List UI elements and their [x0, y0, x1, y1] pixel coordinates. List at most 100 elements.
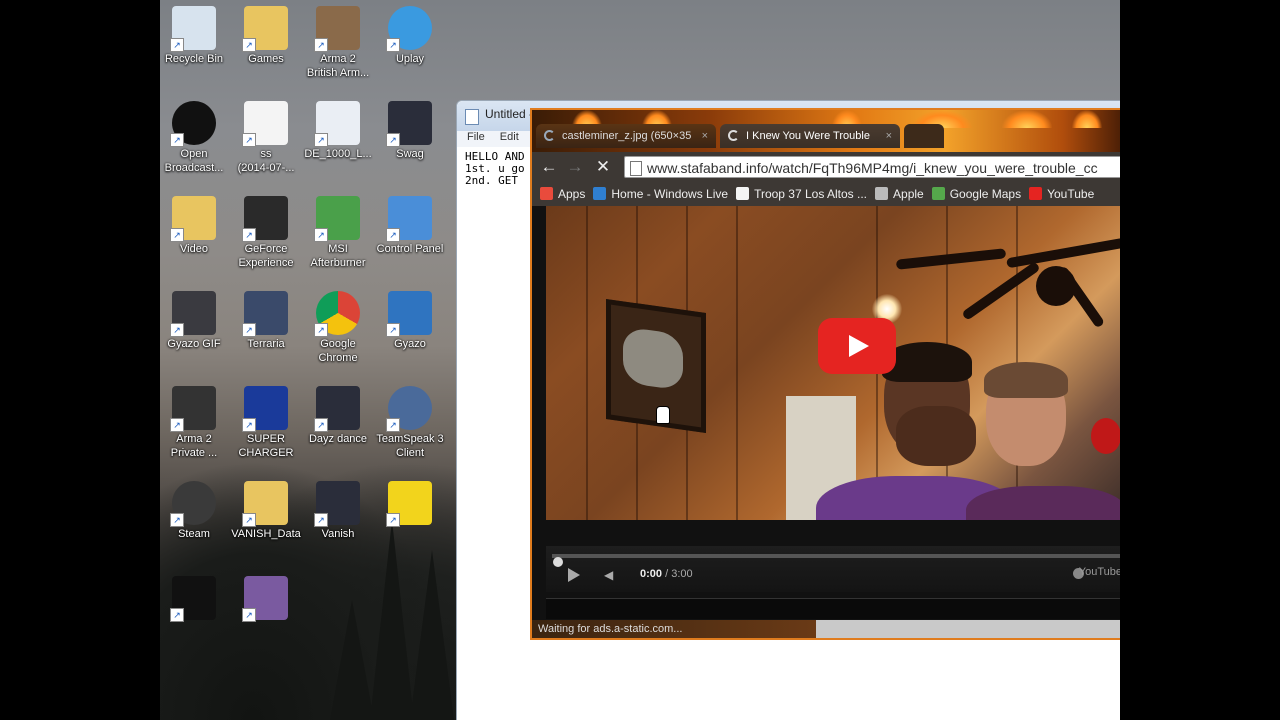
obs-icon: ↗ — [170, 101, 216, 147]
desktop-icon[interactable]: ↗ Games — [230, 6, 302, 66]
shortcut-arrow-icon: ↗ — [242, 513, 256, 527]
gyazo-icon: ↗ — [386, 291, 432, 337]
control-panel-icon: ↗ — [386, 196, 432, 242]
desktop-icon[interactable]: ↗ Uplay — [374, 6, 446, 66]
notepad-title: Untitled - — [485, 107, 534, 121]
shortcut-arrow-icon: ↗ — [170, 608, 184, 622]
desktop-icon-label: Steam — [178, 528, 210, 540]
status-text: Waiting for ads.a-static.com... — [532, 620, 816, 638]
bookmark-item[interactable]: YouTube — [1029, 182, 1094, 206]
progress-bar[interactable] — [552, 554, 1120, 567]
forward-arrow-icon[interactable]: → — [564, 156, 586, 178]
v-app-icon: ↗ — [170, 576, 216, 622]
bookmark-favicon-icon — [593, 187, 607, 200]
msi-afterburner-icon: ↗ — [314, 196, 360, 242]
close-icon[interactable]: × — [886, 124, 892, 148]
new-tab-button[interactable] — [904, 124, 944, 148]
desktop-icon-label: Vanish — [321, 528, 355, 540]
desktop-icon[interactable]: ↗ Video — [160, 196, 230, 256]
stop-x-icon[interactable]: ✕ — [592, 156, 614, 178]
shortcut-arrow-icon: ↗ — [386, 228, 400, 242]
back-arrow-icon[interactable]: ← — [538, 156, 560, 178]
folder-icon: ↗ — [170, 196, 216, 242]
tab-loading-icon — [728, 130, 739, 141]
desktop-icon[interactable]: ↗ Arma 2 British Arm... — [302, 6, 374, 80]
desktop-icon[interactable]: ↗ Dayz dance — [302, 386, 374, 446]
shortcut-arrow-icon: ↗ — [314, 133, 328, 147]
desktop-icon[interactable]: ↗ MSI Afterburner — [302, 196, 374, 270]
tab-i-knew-you-were-trouble[interactable]: I Knew You Were Trouble × — [720, 124, 900, 148]
video-controls: ◀ 0:00 / 3:00 YouTube — [546, 546, 1120, 592]
youtube-logo[interactable]: YouTube — [1079, 566, 1120, 578]
menu-edit[interactable]: Edit — [500, 131, 519, 143]
desktop-icon[interactable]: ↗ GeForce Experience — [230, 196, 302, 270]
tab-castleminer[interactable]: castleminer_z.jpg (650×35 × — [536, 124, 716, 148]
bookmark-favicon-icon — [736, 187, 750, 200]
shortcut-arrow-icon: ↗ — [170, 133, 184, 147]
address-bar[interactable]: www.stafaband.info/watch/FqTh96MP4mg/i_k… — [624, 156, 1120, 178]
desktop-icon[interactable]: ↗ DE_1000_L... — [302, 101, 374, 161]
arma-private-icon: ↗ — [170, 386, 216, 432]
gyazo-gif-icon: ↗ — [170, 291, 216, 337]
desktop-icon[interactable]: ↗ — [374, 481, 446, 527]
scrubber-handle[interactable] — [553, 557, 563, 567]
bookmark-item[interactable]: Troop 37 Los Altos ... — [736, 182, 867, 206]
shortcut-arrow-icon: ↗ — [314, 418, 328, 432]
tab-loading-icon — [544, 130, 555, 141]
desktop-icon-label: Dayz dance — [308, 433, 368, 445]
desktop-icon[interactable]: ↗ Google Chrome — [302, 291, 374, 365]
close-icon[interactable]: × — [702, 124, 708, 148]
url-text: www.stafaband.info/watch/FqTh96MP4mg/i_k… — [647, 160, 1098, 176]
desktop-icon[interactable]: ↗ — [230, 576, 302, 622]
bookmark-label: YouTube — [1047, 187, 1095, 201]
desktop-icon[interactable]: ↗ — [160, 576, 230, 622]
shortcut-arrow-icon: ↗ — [170, 418, 184, 432]
page-icon — [630, 161, 642, 176]
desktop-icon-label: Video — [180, 243, 208, 255]
desktop-icon[interactable]: ↗ Terraria — [230, 291, 302, 351]
desktop-icon[interactable]: ↗ Arma 2 Private ... — [160, 386, 230, 460]
desktop-icon-label: MSI Afterburner — [310, 243, 366, 269]
bookmark-favicon-icon — [931, 187, 945, 200]
desktop-icon[interactable]: ↗ Gyazo GIF — [160, 291, 230, 351]
bookmark-item[interactable]: Apps — [540, 182, 585, 206]
desktop-icon[interactable]: ↗ TeamSpeak 3 Client — [374, 386, 446, 460]
bookmark-label: Home - Windows Live — [611, 187, 729, 201]
bookmark-favicon-icon — [540, 187, 553, 200]
desktop-icon[interactable]: ↗ SUPER CHARGER — [230, 386, 302, 460]
time-display: 0:00 / 3:00 — [640, 568, 693, 580]
desktop-icon[interactable]: ↗ Swag — [374, 101, 446, 161]
desktop-icon-label: TeamSpeak 3 Client — [376, 433, 444, 459]
desktop-icon[interactable]: ↗ VANISH_Data — [230, 481, 302, 541]
bookmark-item[interactable]: Apple — [875, 182, 924, 206]
chrome-window[interactable]: castleminer_z.jpg (650×35 × I Knew You W… — [530, 108, 1120, 640]
folder-icon: ↗ — [242, 481, 288, 527]
desktop-icon[interactable]: ↗ Gyazo — [374, 291, 446, 351]
shortcut-arrow-icon: ↗ — [314, 38, 328, 52]
geforce-icon: ↗ — [242, 196, 288, 242]
bookmark-item[interactable]: Home - Windows Live — [593, 182, 728, 206]
desktop-icon[interactable]: ↗ Control Panel — [374, 196, 446, 256]
desktop-icon[interactable]: ↗ Vanish — [302, 481, 374, 541]
desktop-icon-label: Gyazo — [394, 338, 426, 350]
video-frame[interactable] — [546, 206, 1120, 520]
menu-file[interactable]: File — [467, 131, 485, 143]
volume-icon[interactable]: ◀ — [604, 568, 618, 582]
bookmark-item[interactable]: Google Maps — [931, 182, 1021, 206]
ceiling-fan — [895, 226, 1120, 329]
desktop-icon[interactable]: ↗ Steam — [160, 481, 230, 541]
desktop-icon-label: Gyazo GIF — [167, 338, 221, 350]
desktop-icon[interactable]: ↗ Recycle Bin — [160, 6, 230, 66]
settings-file-icon: ↗ — [314, 101, 360, 147]
play-icon[interactable] — [568, 568, 580, 582]
time-current: 0:00 — [640, 568, 663, 580]
bookmarks-bar: Apps Home - Windows Live Troop 37 Los Alto… — [532, 182, 1120, 206]
desktop-icon[interactable]: ↗ Open Broadcast... — [160, 101, 230, 175]
desktop-icon[interactable]: ↗ ss (2014-07-... — [230, 101, 302, 175]
bookmark-label: Apple — [893, 187, 924, 201]
youtube-play-button[interactable] — [818, 318, 896, 374]
bookmark-label: Troop 37 Los Altos ... — [754, 187, 868, 201]
desktop-icon-label: Arma 2 Private ... — [170, 433, 218, 459]
desktop-icon-label: Recycle Bin — [164, 53, 224, 65]
desktop-icon-label: Terraria — [247, 338, 285, 350]
